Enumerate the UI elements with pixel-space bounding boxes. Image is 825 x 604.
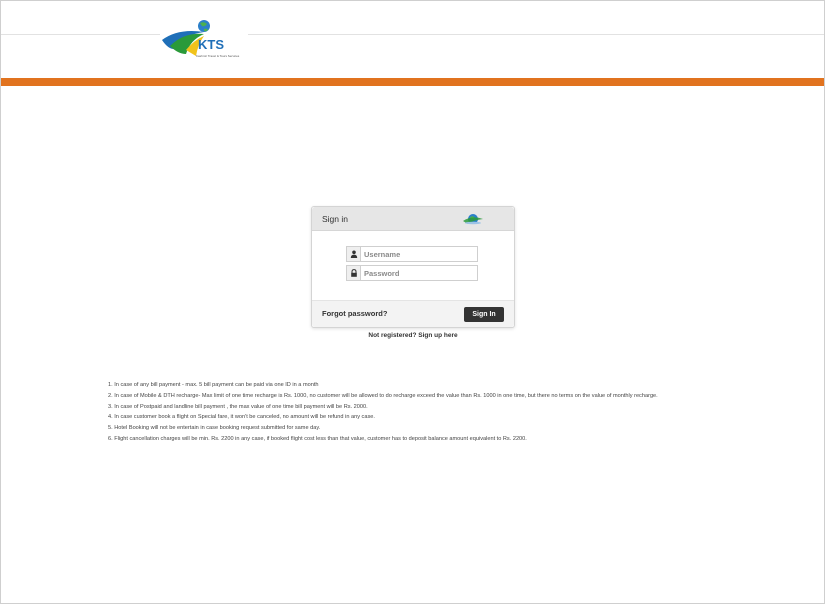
forgot-password-link[interactable]: Forgot password? <box>322 309 387 318</box>
signin-header: Sign in <box>312 207 514 231</box>
lock-icon <box>347 266 361 280</box>
signup-link[interactable]: Not registered? Sign up here <box>311 332 515 339</box>
globe-logo-icon <box>462 211 484 232</box>
logo-text: KTS <box>198 37 224 52</box>
password-input[interactable] <box>361 266 477 280</box>
username-field[interactable] <box>346 246 478 262</box>
note-item: 4. In case customer book a flight on Spe… <box>108 414 375 421</box>
kts-logo[interactable]: KTS Kashmir Travel & Tours Services <box>160 18 248 60</box>
note-item: 6. Flight cancellation charges will be m… <box>108 435 527 442</box>
header-divider <box>1 34 824 35</box>
signin-footer: Forgot password? Sign In <box>312 300 514 327</box>
signin-panel: Sign in Forgot passwo <box>311 206 515 328</box>
user-icon <box>347 247 361 261</box>
note-item: 1. In case of any bill payment - max. 5 … <box>108 382 319 388</box>
username-input[interactable] <box>361 247 477 261</box>
password-field[interactable] <box>346 265 478 281</box>
terms-notes-list: 1. In case of any bill payment - max. 5 … <box>108 380 658 445</box>
orange-accent-bar <box>1 78 824 86</box>
signin-title: Sign in <box>322 214 348 224</box>
signin-button[interactable]: Sign In <box>464 307 504 322</box>
note-item: 5. Hotel Booking will not be entertain i… <box>108 425 321 432</box>
note-item: 3. In case of Postpaid and landline bill… <box>108 403 368 410</box>
logo-tagline: Kashmir Travel & Tours Services <box>196 54 240 58</box>
note-item: 2. In case of Mobile & DTH recharge- Max… <box>108 392 658 399</box>
